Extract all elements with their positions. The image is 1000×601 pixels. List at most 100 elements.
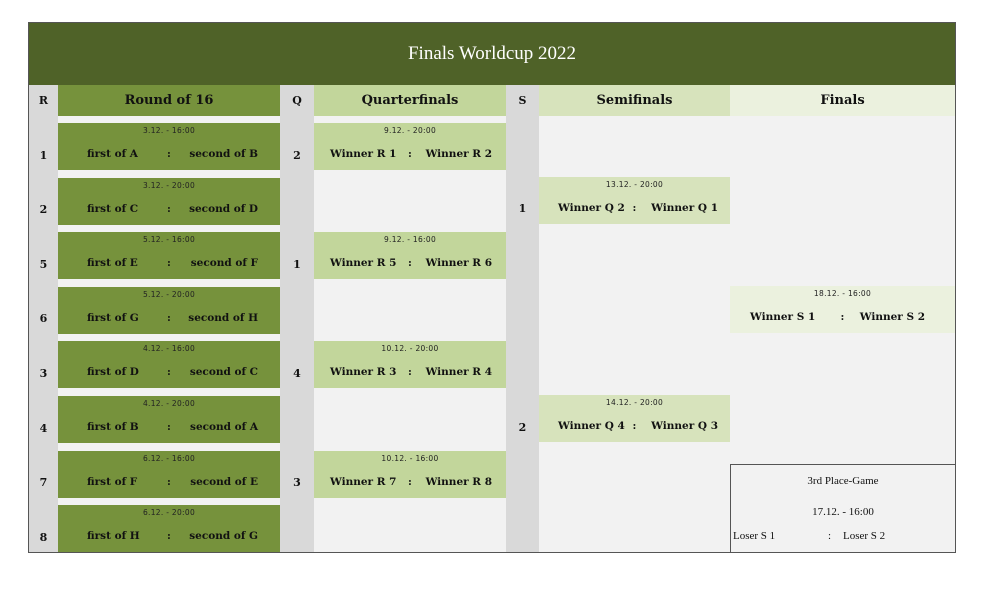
match-number: 2 (293, 148, 301, 162)
match-number: 1 (39, 148, 48, 162)
match-teams: first of C: second of D (58, 203, 280, 217)
home-team: first of C (87, 202, 139, 215)
finals-column: Finals 18.12. - 16:00 Winner S 1 : Winne… (730, 85, 955, 552)
score-separator: : (167, 311, 171, 324)
match-time: 5.12. - 20:00 (142, 289, 196, 299)
away-team: second of C (189, 366, 258, 379)
score-separator: : (167, 202, 171, 215)
round-of-16-match: 3.12. - 16:00 first of A: second of B (58, 123, 280, 170)
score-separator: : (632, 201, 637, 214)
match-teams: Winner R 1: Winner R 2 (314, 148, 506, 162)
match-time: 13.12. - 20:00 (605, 179, 664, 189)
round-of-16-match: 4.12. - 20:00 first of B: second of A (58, 396, 280, 443)
round-of-16-match: 3.12. - 20:00 first of C: second of D (58, 177, 280, 225)
match-number: 1 (518, 202, 527, 216)
match-time: 3.12. - 20:00 (142, 180, 196, 190)
s-column-header: S (518, 94, 527, 107)
semifinal-match: 13.12. - 20:00 Winner Q 2: Winner Q 1 (539, 176, 730, 224)
score-separator: : (167, 530, 171, 543)
semifinals-column: Semifinals 13.12. - 20:00 Winner Q 2: Winn… (539, 85, 730, 552)
home-team: Winner Q 2 (558, 201, 625, 214)
round-of-16-match: 6.12. - 20:00 first of H: second of G (58, 505, 280, 553)
away-team: Winner R 8 (425, 475, 492, 488)
score-separator: : (167, 366, 171, 379)
home-team: Winner S 1 (750, 310, 816, 323)
match-number: 3 (293, 476, 301, 490)
home-team: first of D (87, 366, 139, 379)
away-team: second of F (190, 257, 258, 270)
match-number: 2 (518, 420, 527, 434)
quarterfinal-match: 9.12. - 16:00 Winner R 5: Winner R 6 (314, 232, 506, 280)
away-team: second of B (189, 148, 258, 160)
bracket-sheet: Finals Worldcup 2022 R 1 2 5 6 3 4 7 8 Round of… (28, 22, 956, 553)
score-separator: : (828, 530, 832, 542)
home-team: Winner R 5 (330, 257, 397, 270)
match-teams: first of H: second of G (58, 530, 280, 544)
final-match: 18.12. - 16:00 Winner S 1 : Winner S 2 (730, 285, 955, 333)
match-teams: first of D: second of C (58, 366, 280, 380)
match-number: 5 (39, 257, 48, 271)
away-team: second of G (189, 530, 258, 543)
round-of-16-match: 5.12. - 20:00 first of G: second of H (58, 286, 280, 334)
match-number: 4 (293, 366, 301, 380)
round-of-16-header: Round of 16 (58, 85, 280, 116)
match-time: 6.12. - 20:00 (142, 508, 196, 518)
score-separator: : (167, 475, 171, 488)
quarterfinals-header: Quarterfinals (314, 85, 506, 116)
score-separator: : (167, 257, 171, 270)
third-place-home-team: Loser S 1 (733, 530, 776, 542)
match-teams: first of E: second of F (58, 257, 280, 271)
quarterfinals-column: Quarterfinals 9.12. - 20:00 Winner R 1: Wi… (314, 85, 506, 552)
third-place-game: 3rd Place-Game 17.12. - 16:00 Loser S 1 … (730, 464, 955, 552)
score-separator: : (632, 420, 637, 432)
home-team: Winner R 7 (330, 475, 397, 488)
match-number: 8 (39, 530, 48, 544)
finals-header: Finals (730, 85, 955, 116)
match-time: 4.12. - 20:00 (142, 399, 196, 408)
score-separator: : (840, 310, 845, 323)
q-column-header: Q (292, 94, 302, 107)
match-time: 9.12. - 16:00 (383, 235, 437, 245)
third-place-time: 17.12. - 16:00 (812, 506, 874, 518)
match-time: 4.12. - 16:00 (142, 344, 196, 354)
match-number: 7 (39, 476, 48, 490)
match-time: 10.12. - 20:00 (381, 344, 439, 354)
round-of-16-match: 6.12. - 16:00 first of F: second of E (58, 450, 280, 498)
match-teams: Winner R 3: Winner R 4 (314, 366, 506, 380)
away-team: second of E (190, 475, 258, 488)
score-separator: : (167, 421, 171, 433)
quarterfinal-index-column: Q 2 1 4 3 (280, 85, 314, 552)
away-team: second of A (190, 421, 258, 433)
match-teams: Winner Q 2: Winner Q 1 (539, 202, 730, 216)
away-team: Winner R 6 (425, 257, 492, 270)
match-teams: Winner R 7: Winner R 8 (314, 476, 506, 490)
quarterfinal-match: 10.12. - 20:00 Winner R 3: Winner R 4 (314, 341, 506, 389)
match-teams: Winner R 5: Winner R 6 (314, 257, 506, 271)
score-separator: : (408, 257, 412, 270)
score-separator: : (408, 475, 412, 488)
third-place-title: 3rd Place-Game (807, 475, 879, 487)
away-team: Winner Q 3 (651, 420, 718, 432)
match-teams: first of B: second of A (58, 421, 280, 435)
match-number: 6 (39, 312, 48, 326)
match-number: 3 (39, 366, 48, 380)
score-separator: : (408, 148, 412, 160)
semifinal-index-column: S 1 2 (506, 85, 539, 552)
away-team: second of H (188, 311, 258, 324)
home-team: first of F (87, 475, 138, 488)
semifinal-match: 14.12. - 20:00 Winner Q 4: Winner Q 3 (539, 395, 730, 442)
round-of-16-index-column: R 1 2 5 6 3 4 7 8 (29, 85, 58, 552)
round-of-16-column: Round of 16 3.12. - 16:00 first of A: seco… (58, 85, 280, 553)
away-team: second of D (189, 202, 258, 215)
home-team: Winner R 3 (330, 366, 397, 379)
match-time: 6.12. - 16:00 (142, 453, 196, 463)
r-column-header: R (38, 94, 49, 107)
score-separator: : (167, 148, 171, 160)
home-team: first of B (87, 421, 139, 433)
home-team: first of G (87, 311, 139, 324)
match-teams: first of G: second of H (58, 312, 280, 326)
match-number: 1 (293, 257, 301, 271)
away-team: Winner S 2 (859, 310, 925, 323)
round-of-16-match: 4.12. - 16:00 first of D: second of C (58, 341, 280, 389)
match-time: 9.12. - 20:00 (383, 126, 437, 135)
